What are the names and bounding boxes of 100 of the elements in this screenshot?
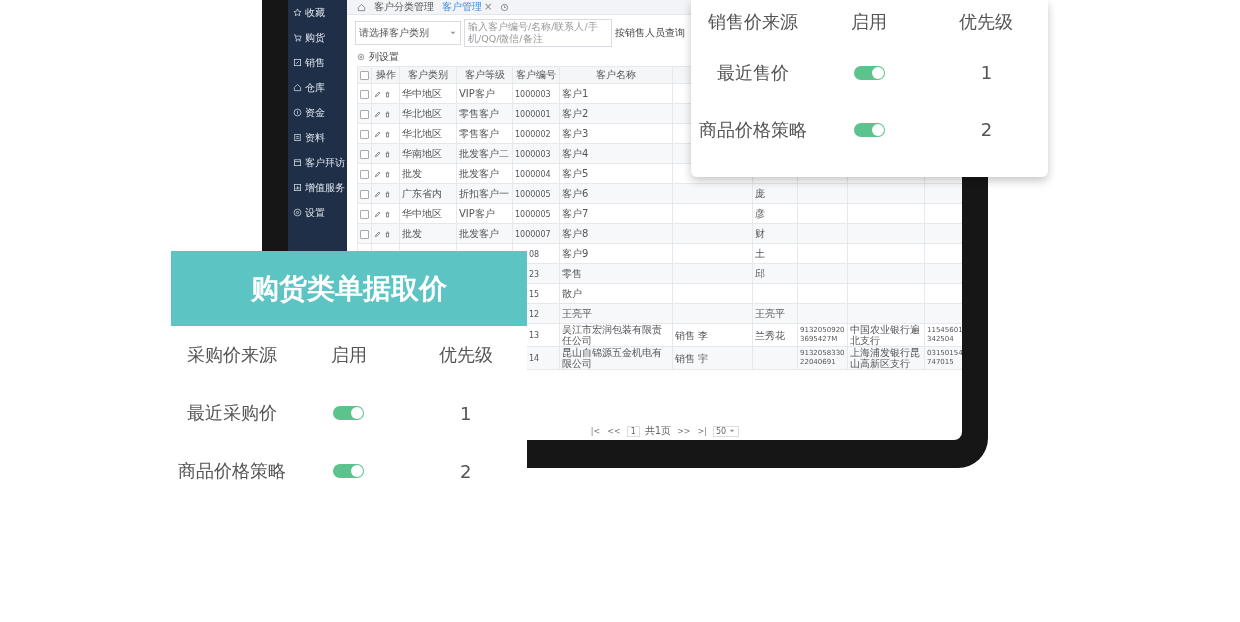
table-cell-text: 昆山自锦源五金机电有限公司 xyxy=(562,347,663,369)
enable-toggle[interactable] xyxy=(854,65,885,80)
table-cell-text: 上海浦发银行昆山高新区支行 xyxy=(850,347,921,369)
book-icon xyxy=(293,133,302,142)
column-header: 客户名称 xyxy=(559,66,673,84)
table-cell: 1000003 xyxy=(515,88,551,100)
sidebar-item[interactable]: 仓库 xyxy=(288,75,347,100)
table-cell: 1000002 xyxy=(515,128,551,140)
table-cell: 1000001 xyxy=(515,108,551,120)
tab[interactable]: 客户分类管理 xyxy=(374,0,434,14)
sidebar-item[interactable]: 客户拜访 xyxy=(288,150,347,175)
delete-icon[interactable] xyxy=(384,130,391,138)
table-cell: VIP客户 xyxy=(459,208,495,219)
column-header: 销售价来源 xyxy=(706,10,799,34)
table-cell: 零售客户 xyxy=(459,108,499,119)
edit-icon[interactable] xyxy=(374,210,381,218)
table-cell: 15 xyxy=(529,288,540,300)
delete-icon[interactable] xyxy=(384,90,391,98)
page-number-field[interactable]: 1 xyxy=(626,425,640,437)
table-cell: 华北地区 xyxy=(402,128,442,139)
table-cell: 23 xyxy=(529,268,540,280)
edit-icon[interactable] xyxy=(374,110,381,118)
column-header: 启用 xyxy=(850,10,889,34)
home-icon[interactable] xyxy=(357,2,366,12)
sidebar-item[interactable]: 资金 xyxy=(288,100,347,125)
table-cell: 彦 xyxy=(755,208,765,219)
table-cell-text: 客户8 xyxy=(562,228,590,239)
table-cell: 销售 李 xyxy=(675,329,709,341)
row-checkbox[interactable] xyxy=(360,89,369,99)
column-header: 操作 xyxy=(371,66,400,84)
edit-icon[interactable] xyxy=(374,130,381,138)
previous-page-button[interactable]: << xyxy=(606,426,622,436)
row-checkbox[interactable] xyxy=(360,129,369,139)
page-count: 共1页 xyxy=(644,424,672,438)
priority-value: 1 xyxy=(979,61,994,85)
table-cell: 华中地区 xyxy=(402,208,442,219)
delete-icon[interactable] xyxy=(384,110,391,118)
category-select[interactable]: 请选择客户类别 xyxy=(355,21,461,45)
table-cell-text: 吴江市宏润包装有限责任公司 xyxy=(562,324,663,346)
last-page-button[interactable]: >| xyxy=(696,426,708,436)
table-cell: 销售 宇 xyxy=(675,352,709,364)
calendar-icon xyxy=(293,158,302,167)
table-cell-text: 散户 xyxy=(562,288,583,299)
sidebar-item[interactable]: 资料 xyxy=(288,125,347,150)
table-cell: 1000003 xyxy=(515,148,551,160)
table-cell: 广东省内 xyxy=(402,188,442,199)
delete-icon[interactable] xyxy=(384,190,391,198)
priority-value: 1 xyxy=(458,401,473,426)
row-checkbox[interactable] xyxy=(360,149,369,159)
column-header: 客户编号 xyxy=(512,66,560,84)
delete-icon[interactable] xyxy=(384,150,391,158)
table-cell: 12 xyxy=(529,308,540,320)
table-cell: 庞 xyxy=(755,188,765,199)
row-checkbox[interactable] xyxy=(360,169,369,179)
column-header: 采购价来源 xyxy=(186,343,279,367)
table-cell-text: 客户4 xyxy=(562,148,590,159)
edit-icon[interactable] xyxy=(374,190,381,198)
table-cell: 批发客户二 xyxy=(459,148,509,159)
column-header: 客户类别 xyxy=(399,66,457,84)
enable-toggle[interactable] xyxy=(333,406,365,420)
first-page-button[interactable]: |< xyxy=(589,426,602,436)
table-cell-text: 零售 xyxy=(562,268,583,279)
house-icon xyxy=(293,83,302,92)
chart-icon xyxy=(293,183,302,192)
search-field[interactable]: 输入客户编号/名称/联系人/手机/QQ/微信/备注 xyxy=(464,19,612,47)
row-checkbox[interactable] xyxy=(360,109,369,119)
table-cell-text: 客户1 xyxy=(562,88,590,99)
cart-icon xyxy=(293,33,302,42)
sidebar-item[interactable]: 购货 xyxy=(288,25,347,50)
page-size-select[interactable]: 50 xyxy=(712,425,740,437)
sidebar-item[interactable]: 增值服务 xyxy=(288,175,347,200)
table-cell: 邱 xyxy=(755,268,765,279)
edit-icon[interactable] xyxy=(374,230,381,238)
enable-toggle[interactable] xyxy=(854,122,885,137)
column-header: 启用 xyxy=(330,343,368,367)
row-checkbox[interactable] xyxy=(360,229,369,239)
delete-icon[interactable] xyxy=(384,210,391,218)
sidebar-item[interactable]: 设置 xyxy=(288,200,347,225)
next-page-button[interactable]: >> xyxy=(676,426,692,436)
sidebar-item[interactable]: 销售 xyxy=(288,50,347,75)
card-title: 购货类单据取价 xyxy=(171,251,527,326)
edit-icon[interactable] xyxy=(374,90,381,98)
table-cell: 零售客户 xyxy=(459,128,499,139)
row-checkbox[interactable] xyxy=(360,189,369,199)
table-cell-text: 客户5 xyxy=(562,168,590,179)
table-cell: VIP客户 xyxy=(459,88,495,99)
table-cell: 14 xyxy=(529,353,540,364)
enable-toggle[interactable] xyxy=(333,464,365,478)
edit-icon[interactable] xyxy=(374,150,381,158)
row-checkbox[interactable] xyxy=(360,209,369,219)
column-settings-link[interactable]: 列设置 xyxy=(347,50,399,66)
table-cell-text: 中国农业银行遍北支行 xyxy=(850,324,921,346)
table-cell-text: 客户2 xyxy=(562,108,590,119)
delete-icon[interactable] xyxy=(384,230,391,238)
edit-icon[interactable] xyxy=(374,170,381,178)
table-cell: 批发 xyxy=(402,228,422,239)
delete-icon[interactable] xyxy=(384,170,391,178)
select-all-checkbox[interactable] xyxy=(360,71,369,80)
column-header: 优先级 xyxy=(958,10,1015,34)
sidebar-item[interactable]: 收藏 xyxy=(288,0,347,25)
